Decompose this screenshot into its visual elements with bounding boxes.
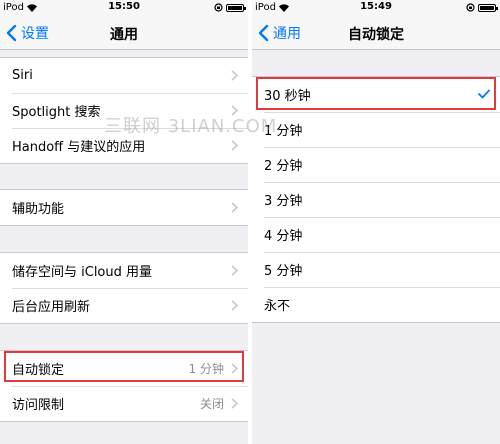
chevron-right-icon [231,265,238,276]
chevron-right-icon [231,300,238,311]
chevron-right-icon [231,70,238,81]
general-settings-screen: iPod 15:50 设置 通用 Siri Spotlight 搜索 Hando… [0,0,248,444]
status-time: 15:50 [108,1,140,12]
chevron-right-icon [231,363,238,374]
row-label: 自动锁定 [12,363,65,378]
settings-group-3: 储存空间与 iCloud 用量 后台应用刷新 [0,252,248,324]
page-title: 自动锁定 [348,27,404,43]
auto-lock-screen: iPod 15:49 通用 自动锁定 30 秒钟 1 分钟 2 分钟 3 分钟 … [252,0,500,444]
settings-group-1: Siri Spotlight 搜索 Handoff 与建议的应用 [0,57,248,164]
option-never[interactable]: 永不 [252,287,500,322]
auto-lock-row[interactable]: 自动锁定 1 分钟 [0,351,248,386]
option-1-minute[interactable]: 1 分钟 [252,112,500,147]
row-label: 辅助功能 [12,202,65,217]
row-label: Spotlight 搜索 [12,105,101,120]
settings-group-2: 辅助功能 [0,189,248,226]
option-30-seconds[interactable]: 30 秒钟 [252,77,500,112]
watermark-text: 三联网 3LIAN.COM [104,116,278,137]
option-label: 2 分钟 [264,159,303,174]
option-label: 30 秒钟 [264,89,311,104]
nav-bar: 设置 通用 [0,16,248,50]
option-3-minutes[interactable]: 3 分钟 [252,182,500,217]
row-label: 访问限制 [12,398,65,413]
row-label: Siri [12,68,33,83]
status-bar: iPod 15:49 [252,0,500,16]
page-title: 通用 [110,27,138,43]
status-time: 15:49 [360,1,392,12]
battery-icon [226,4,246,12]
checkmark-icon [478,89,490,99]
option-5-minutes[interactable]: 5 分钟 [252,252,500,287]
restrictions-value: 关闭 [199,397,224,411]
row-label: 储存空间与 iCloud 用量 [12,265,153,280]
settings-group-4: 自动锁定 1 分钟 访问限制 关闭 [0,350,248,422]
storage-icloud-row[interactable]: 储存空间与 iCloud 用量 [0,253,248,288]
rotation-lock-icon [466,3,475,12]
option-4-minutes[interactable]: 4 分钟 [252,217,500,252]
chevron-right-icon [231,202,238,213]
restrictions-row[interactable]: 访问限制 关闭 [0,386,248,421]
chevron-right-icon [231,398,238,409]
auto-lock-options: 30 秒钟 1 分钟 2 分钟 3 分钟 4 分钟 5 分钟 永不 [252,76,500,323]
option-label: 4 分钟 [264,229,303,244]
row-label: 后台应用刷新 [12,300,91,315]
chevron-right-icon [231,140,238,151]
rotation-lock-icon [214,3,223,12]
accessibility-row[interactable]: 辅助功能 [0,190,248,225]
status-bar: iPod 15:50 [0,0,248,16]
option-2-minutes[interactable]: 2 分钟 [252,147,500,182]
auto-lock-value: 1 分钟 [188,362,224,376]
background-refresh-row[interactable]: 后台应用刷新 [0,288,248,323]
battery-icon [478,4,498,12]
option-label: 5 分钟 [264,264,303,279]
row-label: Handoff 与建议的应用 [12,140,146,155]
option-label: 3 分钟 [264,194,303,209]
option-label: 永不 [264,299,291,314]
nav-bar: 通用 自动锁定 [252,16,500,50]
siri-row[interactable]: Siri [0,58,248,93]
